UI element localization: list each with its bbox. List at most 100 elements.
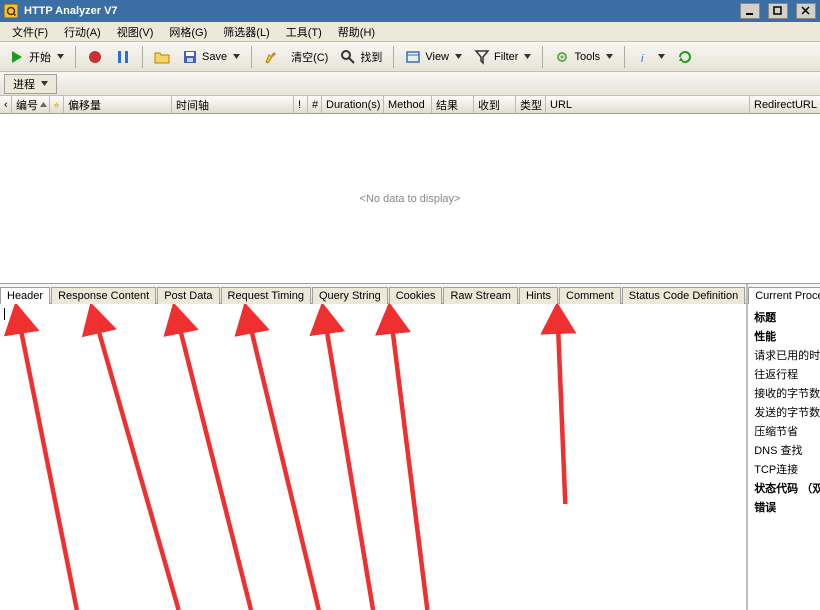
tab-query[interactable]: Query String bbox=[312, 287, 388, 304]
grid-body[interactable]: <No data to display> bbox=[0, 114, 820, 284]
menu-file[interactable]: 文件(F) bbox=[4, 22, 56, 42]
toolbar-divider bbox=[142, 46, 143, 68]
tab-hints[interactable]: Hints bbox=[519, 287, 558, 304]
menu-tools[interactable]: 工具(T) bbox=[278, 22, 330, 42]
info-title: 标题 bbox=[752, 308, 820, 326]
dropdown-icon bbox=[233, 54, 240, 60]
maximize-button[interactable] bbox=[768, 3, 788, 19]
tools-label: Tools bbox=[574, 51, 600, 63]
stop-button[interactable] bbox=[82, 46, 108, 68]
clear-label: 清空(C) bbox=[291, 49, 328, 65]
menu-filters[interactable]: 筛选器(L) bbox=[215, 22, 277, 42]
summary-content: 标题 性能 请求已用的时间 往返行程 接收的字节数 发送的字节数 压缩节省 DN… bbox=[748, 304, 820, 610]
tab-status[interactable]: Status Code Definition bbox=[622, 287, 745, 304]
info-dns: DNS 查找 bbox=[752, 441, 820, 459]
view-label: View bbox=[425, 51, 449, 63]
toolbar-divider bbox=[251, 46, 252, 68]
find-button[interactable]: 找到 bbox=[335, 46, 387, 68]
menu-view[interactable]: 视图(V) bbox=[109, 22, 162, 42]
sort-icon bbox=[40, 102, 47, 108]
info-recv-bytes: 接收的字节数 bbox=[752, 384, 820, 402]
menu-help[interactable]: 帮助(H) bbox=[330, 22, 383, 42]
info-list: 标题 性能 请求已用的时间 往返行程 接收的字节数 发送的字节数 压缩节省 DN… bbox=[748, 304, 820, 520]
detail-content[interactable] bbox=[0, 304, 746, 610]
tab-postdata[interactable]: Post Data bbox=[157, 287, 219, 304]
tab-response[interactable]: Response Content bbox=[51, 287, 156, 304]
filter-button[interactable]: Filter bbox=[469, 46, 536, 68]
col-hash[interactable]: # bbox=[308, 96, 322, 113]
summary-pane: Current Process 所有捕获 标题 性能 请求已用的时间 往返行程 … bbox=[748, 284, 820, 610]
gear-icon bbox=[554, 49, 570, 65]
tab-raw[interactable]: Raw Stream bbox=[443, 287, 518, 304]
refresh-button[interactable] bbox=[672, 46, 698, 68]
view-icon bbox=[405, 49, 421, 65]
annotation-arrows bbox=[0, 304, 746, 610]
grid-empty-text: <No data to display> bbox=[360, 193, 461, 205]
dropdown-icon bbox=[41, 81, 48, 87]
filter-label: Filter bbox=[494, 51, 518, 63]
info-perf: 性能 bbox=[752, 327, 820, 345]
col-offset[interactable]: 偏移量 bbox=[64, 96, 172, 113]
close-button[interactable] bbox=[796, 3, 816, 19]
col-bang[interactable]: ! bbox=[294, 96, 308, 113]
toolbar-divider bbox=[75, 46, 76, 68]
pause-icon bbox=[115, 49, 131, 65]
col-picker[interactable]: ‹ bbox=[0, 96, 12, 113]
dropdown-icon bbox=[524, 54, 531, 60]
toolbar: 开始 Save 清空(C) 找到 View Filter Tools i bbox=[0, 42, 820, 72]
tab-comment[interactable]: Comment bbox=[559, 287, 621, 304]
open-button[interactable] bbox=[149, 46, 175, 68]
filter-icon bbox=[474, 49, 490, 65]
info-compress: 压缩节省 bbox=[752, 422, 820, 440]
start-button[interactable]: 开始 bbox=[4, 46, 69, 68]
col-redirect[interactable]: RedirectURL bbox=[750, 96, 820, 113]
dropdown-icon bbox=[658, 54, 665, 60]
menu-action[interactable]: 行动(A) bbox=[56, 22, 109, 42]
tab-timing[interactable]: Request Timing bbox=[221, 287, 311, 304]
col-type[interactable]: 类型 bbox=[516, 96, 546, 113]
tab-cookies[interactable]: Cookies bbox=[389, 287, 443, 304]
highlight-button[interactable] bbox=[258, 46, 284, 68]
view-button[interactable]: View bbox=[400, 46, 467, 68]
info-error: 错误 bbox=[752, 498, 820, 516]
col-timeline[interactable]: 时间轴 bbox=[172, 96, 294, 113]
save-label: Save bbox=[202, 51, 227, 63]
clear-button[interactable]: 清空(C) bbox=[286, 46, 333, 68]
col-received[interactable]: 收到 bbox=[474, 96, 516, 113]
info-req-time: 请求已用的时间 bbox=[752, 346, 820, 364]
pause-button[interactable] bbox=[110, 46, 136, 68]
search-icon bbox=[340, 49, 356, 65]
stop-icon bbox=[87, 49, 103, 65]
menu-grid[interactable]: 网格(G) bbox=[161, 22, 215, 42]
detail-tabstrip: Header Response Content Post Data Reques… bbox=[0, 284, 746, 304]
col-result[interactable]: 结果 bbox=[432, 96, 474, 113]
info-rtt: 往返行程 bbox=[752, 365, 820, 383]
window-title: HTTP Analyzer V7 bbox=[24, 5, 118, 17]
col-duration[interactable]: Duration(s) bbox=[322, 96, 384, 113]
col-star[interactable] bbox=[50, 96, 64, 113]
text-caret bbox=[4, 308, 5, 320]
col-index[interactable]: 编号 bbox=[12, 96, 50, 113]
tab-header[interactable]: Header bbox=[0, 287, 50, 304]
info-statuscode: 状态代码 （双击应用… bbox=[752, 479, 820, 497]
col-url[interactable]: URL bbox=[546, 96, 750, 113]
start-label: 开始 bbox=[29, 49, 51, 65]
lower-pane: Header Response Content Post Data Reques… bbox=[0, 284, 820, 610]
detail-pane: Header Response Content Post Data Reques… bbox=[0, 284, 748, 610]
info-button[interactable]: i bbox=[631, 46, 670, 68]
grid-header: ‹ 编号 偏移量 时间轴 ! # Duration(s) Method 结果 收… bbox=[0, 96, 820, 114]
toolbar-divider bbox=[624, 46, 625, 68]
process-dropdown[interactable]: 进程 bbox=[4, 74, 57, 94]
minimize-button[interactable] bbox=[740, 3, 760, 19]
svg-text:i: i bbox=[641, 53, 644, 65]
highlight-icon bbox=[263, 49, 279, 65]
app-icon bbox=[4, 4, 18, 18]
col-method[interactable]: Method bbox=[384, 96, 432, 113]
dropdown-icon bbox=[57, 54, 64, 60]
tab-current-process[interactable]: Current Process bbox=[748, 287, 820, 304]
tools-button[interactable]: Tools bbox=[549, 46, 618, 68]
play-icon bbox=[9, 49, 25, 65]
save-button[interactable]: Save bbox=[177, 46, 245, 68]
summary-tabstrip: Current Process 所有捕获 bbox=[748, 284, 820, 304]
process-label: 进程 bbox=[13, 76, 35, 92]
